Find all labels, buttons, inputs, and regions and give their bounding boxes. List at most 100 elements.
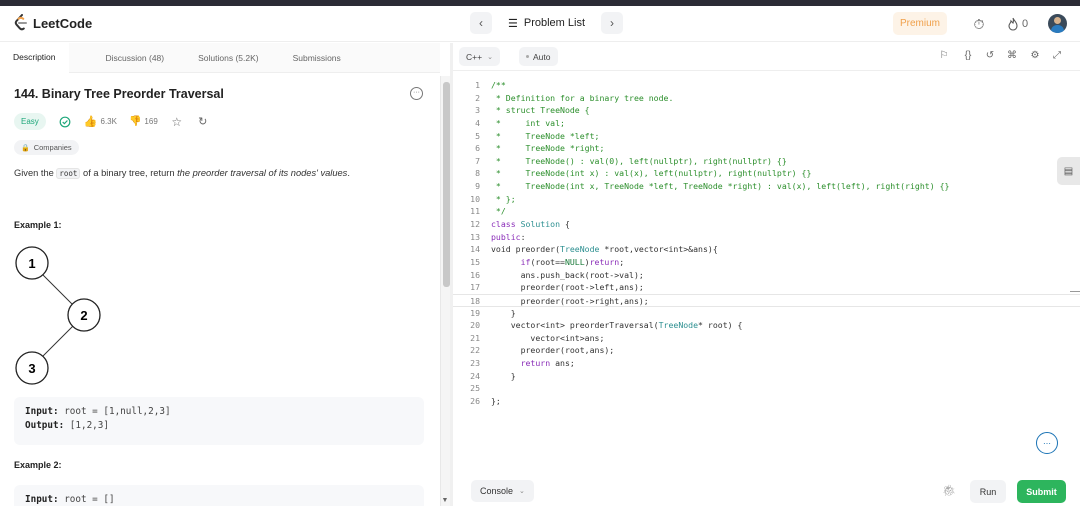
language-label: C++ (466, 51, 483, 62)
code-line[interactable]: 3 * struct TreeNode { (453, 104, 1080, 117)
code-text: vector<int> preorderTraversal(TreeNode* … (491, 320, 743, 331)
chevron-left-icon: ‹ (479, 16, 483, 30)
code-line[interactable]: 13 public: (453, 231, 1080, 244)
problem-list-button[interactable]: ☰ Problem List (502, 17, 591, 30)
code-line[interactable]: 16 ans.push_back(root->val); (453, 269, 1080, 282)
code-text: * struct TreeNode { (491, 105, 590, 116)
scroll-down-icon[interactable]: ▼ (440, 497, 450, 504)
code-line[interactable]: 12 class Solution { (453, 218, 1080, 231)
code-text: */ (491, 206, 506, 217)
code-line[interactable]: 11 */ (453, 205, 1080, 218)
status-dot (526, 55, 529, 58)
line-number: 12 (470, 219, 480, 230)
desc-text: of a binary tree, return (80, 168, 178, 178)
debug-icon[interactable]: 🐞︎ (942, 484, 956, 497)
tree-node-label: 2 (80, 308, 87, 323)
code-line[interactable]: 20 vector<int> preorderTraversal(TreeNod… (453, 319, 1080, 332)
dislike-button[interactable]: 👎 169 (129, 116, 158, 127)
tab-discussion[interactable]: Discussion (48) (93, 43, 178, 73)
code-line[interactable]: 19 } (453, 307, 1080, 320)
run-button[interactable]: Run (970, 480, 1006, 503)
shortcut-icon[interactable]: ⌘ (1005, 50, 1019, 61)
line-number: 21 (470, 332, 480, 343)
chevron-down-icon: ⌄ (519, 488, 525, 495)
bookmark-icon[interactable]: ⚐ (937, 50, 951, 61)
notes-side-button[interactable]: ▤ (1057, 157, 1080, 185)
tab-solutions[interactable]: Solutions (5.2K) (185, 43, 271, 73)
code-line[interactable]: 23 return ans; (453, 357, 1080, 370)
line-number: 23 (470, 358, 480, 369)
solved-check-icon (58, 115, 72, 129)
more-options-icon[interactable]: ··· (410, 87, 423, 100)
auto-mode-button[interactable]: Auto (519, 47, 558, 66)
line-number: 8 (475, 168, 480, 179)
code-text: ans.push_back(root->val); (491, 269, 644, 280)
code-line[interactable]: 9 * TreeNode(int x, TreeNode *left, Tree… (453, 180, 1080, 193)
settings-gear-icon[interactable]: ⚙ (1028, 50, 1042, 61)
code-line[interactable]: 14 void preorder(TreeNode *root,vector<in… (453, 243, 1080, 256)
code-line[interactable]: 26}; (453, 395, 1080, 408)
premium-button[interactable]: Premium (893, 12, 947, 35)
input-value: root = [1,null,2,3] (58, 406, 171, 417)
next-problem-button[interactable]: › (601, 12, 624, 34)
code-text: * TreeNode() : val(0), left(nullptr), ri… (491, 155, 787, 166)
line-number: 25 (470, 383, 480, 394)
code-line[interactable]: 25 (453, 382, 1080, 395)
streak-count: 0 (1022, 18, 1029, 30)
companies-tag[interactable]: 🔒 Companies (14, 140, 79, 155)
code-text: } (491, 307, 516, 318)
code-line[interactable]: 10 * }; (453, 193, 1080, 206)
line-number: 2 (475, 92, 480, 103)
code-line[interactable]: 1 /** (453, 79, 1080, 92)
code-text: vector<int>ans; (491, 332, 605, 343)
like-button[interactable]: 👍 6.3K (84, 115, 117, 128)
chat-assistant-button[interactable]: ⋯ (1036, 432, 1058, 454)
fire-streak-icon[interactable] (1004, 15, 1022, 33)
code-line[interactable]: 24 } (453, 370, 1080, 383)
code-line[interactable]: 22 preorder(root,ans); (453, 344, 1080, 357)
editor-toolbar: C++ ⌄ Auto ⚐ {} ↺ ⌘ ⚙ ⤢ (453, 43, 1080, 71)
description-scrollbar[interactable] (440, 76, 450, 506)
tab-submissions[interactable]: Submissions (280, 43, 354, 73)
timer-icon[interactable]: ⏱ (970, 15, 988, 33)
code-line[interactable]: 2 * Definition for a binary tree node. (453, 92, 1080, 105)
expand-icon[interactable]: ⤢ (1050, 50, 1064, 61)
code-line[interactable]: 18 preorder(root->right,ans); (453, 293, 1080, 307)
console-toggle[interactable]: Console ⌄ (471, 480, 534, 502)
user-avatar[interactable] (1048, 14, 1067, 33)
code-text: if(root==NULL)return; (520, 256, 625, 267)
code-line[interactable]: 8 * TreeNode(int x) : val(x), left(nullp… (453, 167, 1080, 180)
reset-icon[interactable]: ↺ (983, 50, 997, 61)
braces-icon[interactable]: {} (961, 50, 975, 61)
code-text: * }; (491, 193, 516, 204)
desc-text: Given the (14, 168, 57, 178)
example-1-tree-diagram: 1 2 3 (15, 246, 101, 385)
code-line[interactable]: 21 vector<int>ans; (453, 332, 1080, 345)
input-label: Input: (25, 406, 59, 417)
scrollbar-thumb[interactable] (443, 82, 450, 287)
line-number: 9 (475, 181, 480, 192)
mode-label: Auto (533, 51, 551, 62)
share-icon[interactable]: ↻ (196, 115, 210, 129)
logo[interactable]: LeetCode (14, 14, 92, 32)
submit-button[interactable]: Submit (1017, 480, 1066, 503)
code-line[interactable]: 17 preorder(root->left,ans); (453, 281, 1080, 294)
line-number: 26 (470, 396, 480, 407)
prev-problem-button[interactable]: ‹ (470, 12, 492, 34)
line-number: 1 (475, 80, 480, 90)
star-icon[interactable]: ☆ (170, 115, 184, 129)
code-line[interactable]: 7 * TreeNode() : val(0), left(nullptr), … (453, 155, 1080, 168)
tab-description[interactable]: Description (0, 43, 69, 73)
difficulty-badge: Easy (14, 113, 46, 130)
language-select[interactable]: C++ ⌄ (459, 47, 500, 66)
tree-node-label: 3 (28, 361, 35, 376)
code-area[interactable]: 1 /** 2 * Definition for a binary tree nod… (453, 79, 1080, 408)
code-line[interactable]: 4 * int val; (453, 117, 1080, 130)
problem-title: 144. Binary Tree Preorder Traversal (14, 87, 224, 101)
code-line[interactable]: 5 * TreeNode *left; (453, 130, 1080, 143)
code-line[interactable]: 15 if(root==NULL)return; (453, 256, 1080, 269)
list-icon: ☰ (508, 17, 518, 30)
example-1-title: Example 1: (14, 220, 62, 230)
code-line[interactable]: 6 * TreeNode *right; (453, 142, 1080, 155)
document-icon: ▤ (1063, 165, 1074, 177)
